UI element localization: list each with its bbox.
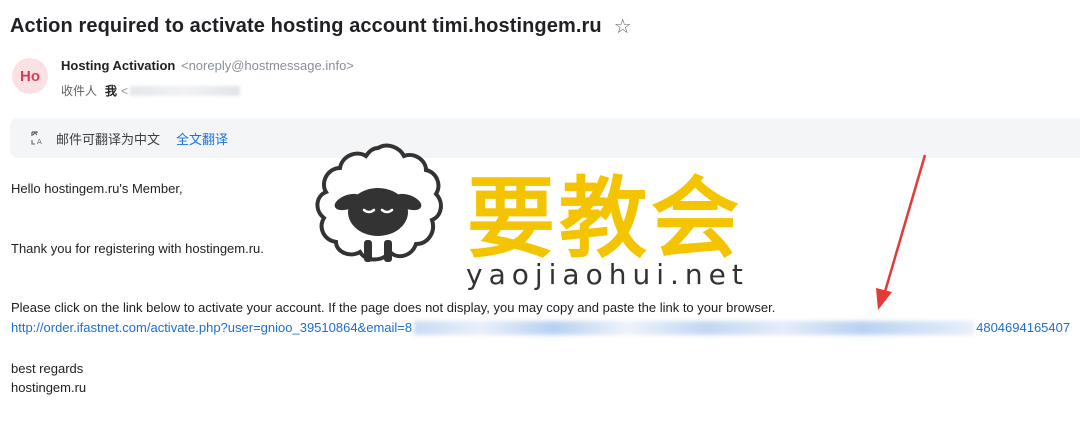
link-start[interactable]: http://order.ifastnet.com/activate.php?u… — [11, 320, 412, 335]
translate-prompt: 邮件可翻译为中文 — [56, 131, 161, 147]
thanks-line: Thank you for registering with hostingem… — [11, 241, 264, 256]
recipient-label: 收件人 — [61, 84, 98, 98]
translate-full-button[interactable]: 全文翻译 — [176, 129, 228, 148]
regards-line: best regards — [11, 361, 84, 376]
email-subject: Action required to activate hosting acco… — [10, 15, 602, 37]
sheep-logo-icon — [315, 143, 443, 262]
svg-text:A: A — [37, 138, 42, 146]
recipient-me[interactable]: 我 — [105, 82, 117, 99]
instruction-line: Please click on the link below to activa… — [11, 300, 776, 315]
activation-link[interactable]: http://order.ifastnet.com/activate.php?u… — [11, 320, 1070, 335]
watermark-url: yaojiaohui.net — [466, 258, 749, 291]
translate-icon: A — [30, 130, 46, 146]
email-header: Action required to activate hosting acco… — [10, 14, 632, 39]
signature-line: hostingem.ru — [11, 380, 87, 395]
red-arrow-icon — [876, 154, 927, 310]
watermark-title: 要教会 — [467, 166, 744, 270]
recipient-address: < — [121, 83, 129, 98]
sender-avatar[interactable]: Ho — [12, 58, 48, 94]
link-end[interactable]: 4804694165407 — [976, 320, 1070, 335]
recipients-row: 收件人 我 < — [61, 82, 241, 99]
sender-info: Hosting Activation <noreply@hostmessage.… — [61, 58, 354, 73]
sender-name[interactable]: Hosting Activation — [61, 58, 175, 73]
redacted-address — [130, 85, 241, 96]
sender-email[interactable]: <noreply@hostmessage.info> — [181, 58, 354, 73]
greeting: Hello hostingem.ru's Member, — [11, 181, 183, 196]
star-icon[interactable]: ☆ — [614, 14, 632, 39]
redacted-link-segment — [414, 320, 975, 335]
